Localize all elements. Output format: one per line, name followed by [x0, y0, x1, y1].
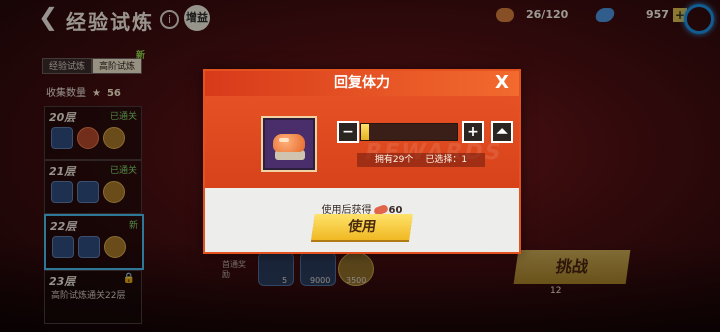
modal-body: REWARDS − + ⏶ 拥有29个已选择：1 — [205, 96, 519, 188]
close-button[interactable]: X — [491, 72, 513, 94]
sushi-shape — [273, 134, 305, 152]
modal-title: 回复体力 — [334, 75, 390, 91]
max-button[interactable]: ⏶ — [491, 121, 513, 143]
increase-button[interactable]: + — [462, 121, 484, 143]
owned-count: 拥有29个 — [374, 155, 414, 165]
quantity-slider-fill — [361, 124, 369, 140]
modal-header: 回复体力 X — [205, 71, 519, 96]
decrease-button[interactable]: − — [337, 121, 359, 143]
selected-count: 已选择：1 — [425, 155, 468, 165]
quantity-slider[interactable] — [360, 123, 458, 141]
quantity-info: 拥有29个 已选择：1 — [357, 153, 485, 167]
use-button[interactable]: 使用 — [311, 214, 413, 240]
sushi-shine — [279, 138, 289, 142]
sushi-item-icon — [263, 118, 315, 170]
recover-stamina-modal: 回复体力 X REWARDS − + ⏶ 拥有29个已选择：1 使用后获得60 … — [203, 69, 521, 254]
